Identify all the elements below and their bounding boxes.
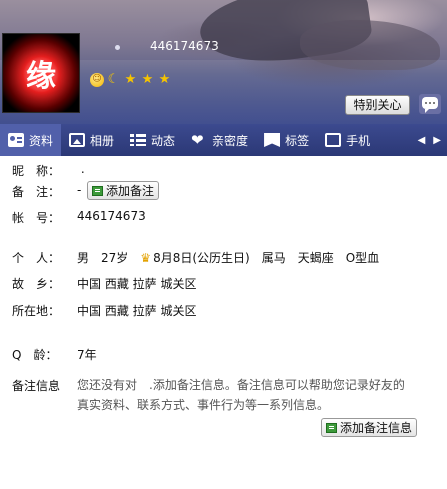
hometown-row: 故 乡： 中国 西藏 拉萨 城关区 xyxy=(0,275,447,293)
arrow-left-icon[interactable]: ◀ xyxy=(418,135,426,146)
remark-row: 备 注： - 添加备注 xyxy=(0,180,447,202)
account-label: 帐 号： xyxy=(12,211,61,225)
star-level-icon: ★ xyxy=(158,72,171,87)
add-remark-button[interactable]: 添加备注 xyxy=(87,181,160,200)
bookmark-tag-icon xyxy=(264,133,281,147)
qage-label: Q 龄： xyxy=(12,348,58,362)
note-icon xyxy=(326,422,337,433)
special-care-button[interactable]: 特别关心 xyxy=(345,95,410,115)
zodiac: 属马 xyxy=(261,251,286,265)
tab-profile[interactable]: 资料 xyxy=(0,124,62,156)
tab-label: 亲密度 xyxy=(212,133,249,148)
birthday: ♛ 8月8日(公历生日) xyxy=(140,249,249,266)
location-label: 所在地： xyxy=(12,304,61,318)
tab-scroll-arrows: ◀ ▶ xyxy=(418,135,447,146)
tab-label: 手机 xyxy=(346,133,371,148)
avatar-glyph: 缘 xyxy=(26,59,56,94)
tab-album[interactable]: 相册 xyxy=(61,124,122,156)
tab-feed[interactable]: 动态 xyxy=(122,124,183,156)
location-value: 中国 西藏 拉萨 城关区 xyxy=(77,304,197,318)
tab-label: 相册 xyxy=(90,133,115,148)
chat-button[interactable] xyxy=(419,94,441,114)
moon-level-icon: ☾ xyxy=(107,72,120,87)
account-row: 帐 号： 446174673 xyxy=(0,209,447,227)
tab-intimacy[interactable]: ❤ 亲密度 xyxy=(183,124,256,156)
note-icon xyxy=(92,185,103,196)
avatar[interactable]: 缘 xyxy=(2,33,80,113)
hometown-value: 中国 西藏 拉萨 城关区 xyxy=(77,277,197,291)
heart-icon: ❤ xyxy=(191,131,204,149)
add-remark-label: 添加备注 xyxy=(106,184,155,198)
constellation: 天蝎座 xyxy=(297,251,334,265)
tab-label: 资料 xyxy=(29,133,54,148)
status-dot-icon xyxy=(115,45,120,50)
gender: 男 xyxy=(77,251,90,265)
personal-row: 个 人： 男 27岁 ♛ 8月8日(公历生日) 属马 天蝎座 O型血 xyxy=(0,249,447,267)
tab-bar: 资料 相册 动态 ❤ 亲密度 标签 手机 ◀ ▶ xyxy=(0,124,447,156)
notes-label: 备注信息 xyxy=(12,379,61,393)
tab-label: 动态 xyxy=(151,133,176,148)
mobile-phone-icon xyxy=(325,133,342,147)
arrow-right-icon[interactable]: ▶ xyxy=(433,135,441,146)
account-value: 446174673 xyxy=(77,209,146,223)
tab-mobile[interactable]: 手机 xyxy=(317,124,378,156)
personal-label: 个 人： xyxy=(12,251,61,265)
nickname-row: 昵 称： . xyxy=(0,162,447,180)
star-level-icon: ★ xyxy=(141,72,154,87)
location-row: 所在地： 中国 西藏 拉萨 城关区 xyxy=(0,302,447,320)
crown-icon: ♛ xyxy=(140,250,152,265)
remark-label: 备 注： xyxy=(12,185,61,199)
qq-number: 446174673 xyxy=(150,39,219,53)
notes-line: 真实资料、联系方式、事件行为等一系列信息。 xyxy=(77,398,330,412)
chat-dots-icon xyxy=(424,102,436,104)
feed-list-icon xyxy=(130,133,147,147)
profile-card-icon xyxy=(8,133,24,147)
blood-type: O型血 xyxy=(345,251,380,265)
tab-tags[interactable]: 标签 xyxy=(256,124,317,156)
notes-text: 您还没有对 .添加备注信息。备注信息可以帮助您记录好友的 真实资料、联系方式、事… xyxy=(77,375,405,415)
notes-line: 您还没有对 .添加备注信息。备注信息可以帮助您记录好友的 xyxy=(77,378,405,392)
qage-row: Q 龄： 7年 xyxy=(0,346,447,364)
photo-album-icon xyxy=(69,133,86,147)
tab-label: 标签 xyxy=(285,133,310,148)
star-level-icon: ★ xyxy=(124,72,137,87)
remark-value: - xyxy=(77,183,82,197)
personal-values: 男 27岁 ♛ 8月8日(公历生日) 属马 天蝎座 O型血 xyxy=(77,249,379,266)
hometown-label: 故 乡： xyxy=(12,277,61,291)
add-notes-label: 添加备注信息 xyxy=(340,421,413,435)
sun-level-icon: ☺ xyxy=(90,72,104,87)
notes-row: 备注信息 您还没有对 .添加备注信息。备注信息可以帮助您记录好友的 真实资料、联… xyxy=(0,377,447,439)
qage-value: 7年 xyxy=(77,348,97,362)
nickname-value: . xyxy=(77,162,85,176)
age: 27岁 xyxy=(101,251,129,265)
nickname-label: 昵 称： xyxy=(12,164,61,178)
add-notes-button[interactable]: 添加备注信息 xyxy=(321,418,418,437)
birthday-value: 8月8日(公历生日) xyxy=(153,251,250,265)
level-icons: ☺ ☾ ★ ★ ★ xyxy=(90,72,172,87)
profile-info-panel: 昵 称： . 备 注： - 添加备注 帐 号： 446174673 个 人： 男… xyxy=(0,156,447,489)
